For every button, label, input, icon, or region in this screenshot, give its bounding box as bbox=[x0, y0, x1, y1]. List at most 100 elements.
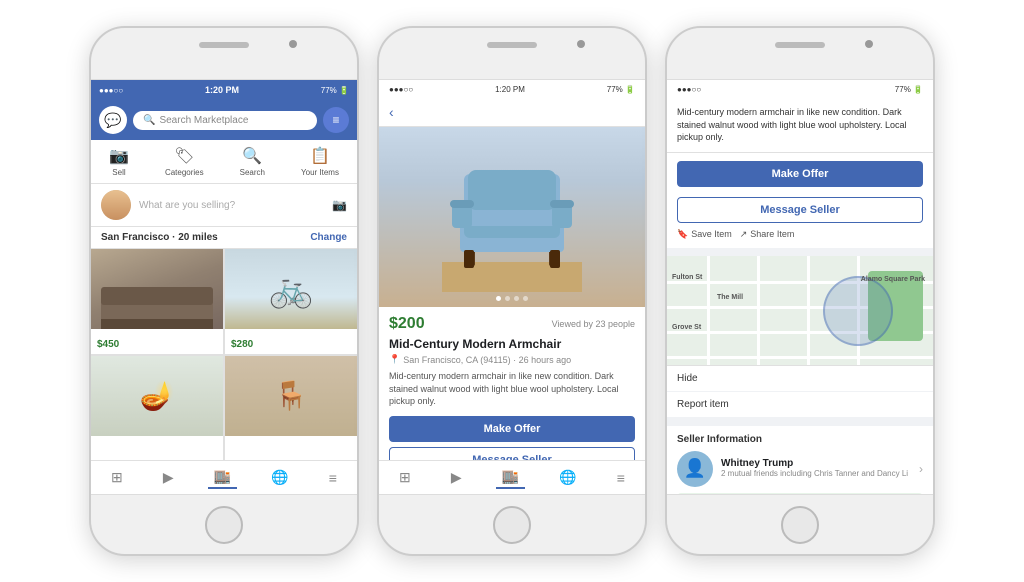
home-button-1[interactable] bbox=[205, 506, 243, 544]
battery-3: 77% 🔋 bbox=[895, 85, 923, 94]
bottom-nav-feed-icon[interactable]: ⊞ bbox=[105, 467, 129, 488]
dot-3 bbox=[514, 296, 519, 301]
battery-2: 77% 🔋 bbox=[607, 85, 635, 94]
bottom-nav-video-icon[interactable]: ▶ bbox=[157, 467, 180, 488]
bottom-nav-video-icon-2[interactable]: ▶ bbox=[445, 467, 468, 488]
search-icon: 🔍 bbox=[143, 115, 155, 126]
product-title: Mid-Century Modern Armchair bbox=[389, 337, 635, 351]
share-item-button[interactable]: ↗ Share Item bbox=[740, 229, 795, 240]
bottom-nav-globe-icon[interactable]: 🌐 bbox=[265, 467, 294, 488]
bottom-nav-feed-icon-2[interactable]: ⊞ bbox=[393, 467, 417, 488]
phone-1-content: 💬 🔍 Search Marketplace ≡ 📷 Sell 🏷 Catego… bbox=[91, 100, 357, 494]
map-container[interactable]: Fulton St Grove St The Mill Alamo Square… bbox=[667, 256, 933, 366]
phone-3-top bbox=[667, 28, 933, 80]
seller-info-section: Seller Information 👤 Whitney Trump 2 mut… bbox=[667, 426, 933, 494]
signal-2: ●●●○○ bbox=[389, 85, 413, 94]
seller-info-title: Seller Information bbox=[677, 434, 923, 445]
road-v-1 bbox=[707, 256, 710, 365]
change-location-link[interactable]: Change bbox=[310, 232, 347, 243]
seller-row[interactable]: 👤 Whitney Trump 2 mutual friends includi… bbox=[677, 451, 923, 487]
nav-search[interactable]: 🔍 Search bbox=[240, 146, 265, 177]
save-item-button[interactable]: 🔖 Save Item bbox=[677, 229, 732, 240]
item-description-box: Mid-century modern armchair in like new … bbox=[667, 98, 933, 153]
battery-indicator: 77% 🔋 bbox=[321, 86, 349, 95]
product-description: Mid-century modern armchair in like new … bbox=[389, 370, 635, 408]
marketplace-nav: 📷 Sell 🏷 Categories 🔍 Search 📋 Your Item… bbox=[91, 140, 357, 184]
phones-container: ●●●○○ 1:20 PM 77% 🔋 💬 🔍 Search Marketpla… bbox=[69, 6, 955, 576]
map-label-grove: Grove St bbox=[672, 324, 701, 331]
phone-3-content: Mid-century modern armchair in like new … bbox=[667, 98, 933, 494]
phone-1-camera bbox=[289, 40, 297, 48]
bottom-nav-marketplace-icon[interactable]: 🏬 bbox=[208, 466, 237, 489]
home-button-2[interactable] bbox=[493, 506, 531, 544]
armchair-illustration bbox=[442, 142, 582, 292]
image-pagination-dots bbox=[496, 296, 528, 301]
hide-row[interactable]: Hide bbox=[667, 366, 933, 392]
dot-4 bbox=[523, 296, 528, 301]
phone-3: ●●●○○ 77% 🔋 Mid-century modern armchair … bbox=[665, 26, 935, 556]
listing-bike[interactable]: 🚲 $280 bbox=[225, 249, 357, 354]
time-2: 1:20 PM bbox=[495, 85, 525, 94]
road-v-3 bbox=[807, 256, 810, 365]
camera-upload-icon[interactable]: 📷 bbox=[332, 198, 347, 212]
message-seller-button[interactable]: Message Seller bbox=[389, 447, 635, 460]
phone-1-bottom bbox=[91, 494, 357, 554]
dot-2 bbox=[505, 296, 510, 301]
nav-your-items[interactable]: 📋 Your Items bbox=[301, 146, 339, 177]
phone-2-top bbox=[379, 28, 645, 80]
location-pin-icon: 📍 bbox=[389, 354, 400, 365]
phone-3-bottom bbox=[667, 494, 933, 554]
sell-box[interactable]: What are you selling? 📷 bbox=[91, 184, 357, 227]
listing-sofa[interactable]: $450 bbox=[91, 249, 223, 354]
profile-menu-icon[interactable]: ≡ bbox=[323, 107, 349, 133]
categories-icon: 🏷 bbox=[174, 146, 194, 166]
seller-name: Whitney Trump bbox=[721, 458, 911, 469]
phone-3-speaker bbox=[775, 42, 825, 48]
back-arrow-icon[interactable]: ‹ bbox=[389, 104, 394, 120]
listing-table[interactable]: 🪑 bbox=[225, 356, 357, 461]
seller-chevron-icon: › bbox=[919, 462, 923, 476]
dot-1 bbox=[496, 296, 501, 301]
phone-1-speaker bbox=[199, 42, 249, 48]
search-placeholder-text: Search Marketplace bbox=[159, 115, 248, 126]
share-icon: ↗ bbox=[740, 229, 748, 240]
search-bar[interactable]: 🔍 Search Marketplace bbox=[133, 111, 317, 130]
nav-categories[interactable]: 🏷 Categories bbox=[165, 146, 204, 177]
search-label: Search bbox=[240, 168, 265, 177]
signal-indicator: ●●●○○ bbox=[99, 86, 123, 95]
nav-sell[interactable]: 📷 Sell bbox=[109, 146, 129, 177]
listing-price-bike: $280 bbox=[231, 339, 253, 350]
messenger-icon[interactable]: 💬 bbox=[99, 106, 127, 134]
sell-placeholder: What are you selling? bbox=[139, 200, 324, 211]
make-offer-button[interactable]: Make Offer bbox=[389, 416, 635, 442]
phone-2: ●●●○○ 1:20 PM 77% 🔋 ‹ bbox=[377, 26, 647, 556]
listing-lamp[interactable]: 🪔 bbox=[91, 356, 223, 461]
phone-2-bottom bbox=[379, 494, 645, 554]
location-bar: San Francisco · 20 miles Change bbox=[91, 227, 357, 249]
message-seller-button-3[interactable]: Message Seller bbox=[677, 197, 923, 223]
bookmark-icon: 🔖 bbox=[677, 229, 688, 240]
phone-1-top bbox=[91, 28, 357, 80]
time-display: 1:20 PM bbox=[205, 85, 239, 95]
make-offer-button-3[interactable]: Make Offer bbox=[677, 161, 923, 187]
location-circle bbox=[823, 276, 893, 346]
bottom-nav-marketplace-icon-2[interactable]: 🏬 bbox=[496, 466, 525, 489]
bottom-nav-menu-icon-2[interactable]: ≡ bbox=[611, 468, 631, 488]
signal-3: ●●●○○ bbox=[677, 85, 701, 94]
bottom-nav-menu-icon[interactable]: ≡ bbox=[323, 468, 343, 488]
bottom-nav-globe-icon-2[interactable]: 🌐 bbox=[553, 467, 582, 488]
report-row[interactable]: Report item bbox=[667, 392, 933, 418]
categories-label: Categories bbox=[165, 168, 204, 177]
your-items-label: Your Items bbox=[301, 168, 339, 177]
listings-grid: $450 🚲 $280 🪔 🪑 bbox=[91, 249, 357, 460]
user-avatar bbox=[101, 190, 131, 220]
camera-icon: 📷 bbox=[109, 146, 129, 166]
home-button-3[interactable] bbox=[781, 506, 819, 544]
action-buttons-box: Make Offer Message Seller 🔖 Save Item ↗ … bbox=[667, 153, 933, 256]
product-image bbox=[379, 127, 645, 307]
phone-1-status-bar: ●●●○○ 1:20 PM 77% 🔋 bbox=[91, 80, 357, 100]
listing-price-sofa: $450 bbox=[97, 339, 119, 350]
road-v-2 bbox=[757, 256, 760, 365]
items-icon: 📋 bbox=[310, 146, 330, 166]
phone-2-speaker bbox=[487, 42, 537, 48]
